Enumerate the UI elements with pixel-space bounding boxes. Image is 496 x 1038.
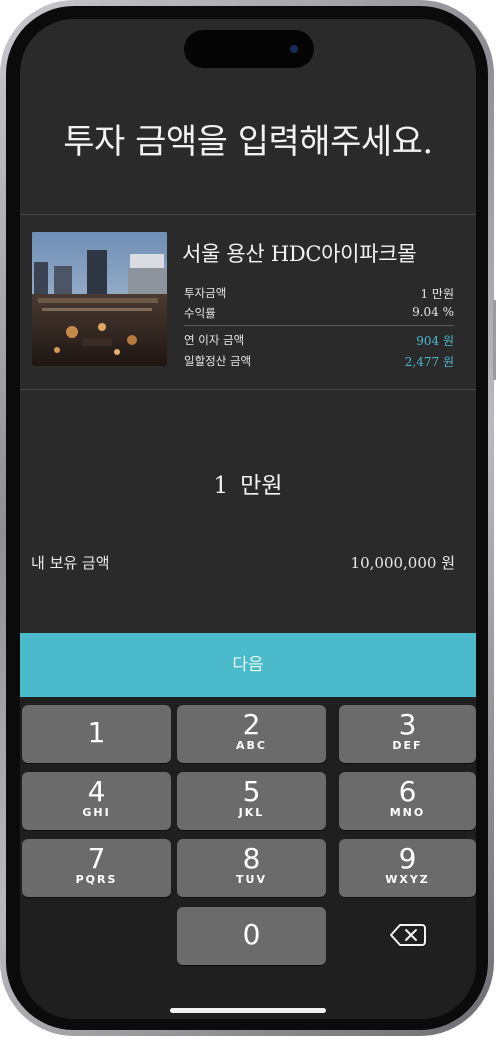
key-5[interactable]: 5 JKL xyxy=(177,772,326,830)
investment-amount-value: 1 만원 xyxy=(420,287,454,301)
top-divider xyxy=(20,214,476,215)
key-6[interactable]: 6 MNO xyxy=(339,772,476,830)
key-4-digit: 4 xyxy=(87,775,106,808)
camera-icon xyxy=(290,45,298,53)
key-4-letters: GHI xyxy=(82,806,111,819)
key-5-digit: 5 xyxy=(242,775,261,808)
key-3-digit: 3 xyxy=(398,708,417,741)
key-1[interactable]: 1 xyxy=(22,705,171,763)
key-9[interactable]: 9 WXYZ xyxy=(339,839,476,897)
key-8-letters: TUV xyxy=(236,873,267,886)
holding-value: 10,000,000 원 xyxy=(350,554,455,572)
key-9-letters: WXYZ xyxy=(385,873,430,886)
product-image xyxy=(32,232,167,366)
daily-settlement-label: 일할정산 금액 xyxy=(184,354,252,368)
daily-settlement-value: 2,477 원 xyxy=(404,355,454,369)
product-subdivider xyxy=(184,325,454,326)
key-9-digit: 9 xyxy=(398,842,417,875)
product-bottom-divider xyxy=(20,389,476,390)
key-5-letters: JKL xyxy=(238,806,265,819)
home-indicator[interactable] xyxy=(170,1008,326,1013)
holding-label: 내 보유 금액 xyxy=(31,554,110,572)
annual-interest-value: 904 원 xyxy=(416,334,454,348)
key-1-digit: 1 xyxy=(87,716,106,749)
yield-label: 수익률 xyxy=(184,306,216,320)
page-title: 투자 금액을 입력해주세요. xyxy=(63,122,433,162)
investment-amount-label: 투자금액 xyxy=(184,286,227,300)
key-6-letters: MNO xyxy=(389,806,426,819)
dynamic-island xyxy=(184,30,314,68)
next-button[interactable]: 다음 xyxy=(20,633,476,697)
key-0[interactable]: 0 xyxy=(177,907,326,965)
screen: 투자 금액을 입력해주세요. 서울 용산 HDC아이파크몰 투자금액 1 만원 … xyxy=(20,19,476,1019)
key-3[interactable]: 3 DEF xyxy=(339,705,476,763)
key-6-digit: 6 xyxy=(398,775,417,808)
backspace-icon xyxy=(390,924,426,946)
delete-key[interactable] xyxy=(388,922,428,948)
amount-value: 1 xyxy=(213,473,229,499)
key-7-digit: 7 xyxy=(87,842,106,875)
amount-unit: 만원 xyxy=(240,473,283,499)
annual-interest-label: 연 이자 금액 xyxy=(184,333,245,347)
amount-display[interactable]: 1 만원 xyxy=(20,466,476,500)
key-2-letters: ABC xyxy=(236,739,267,752)
product-name: 서울 용산 HDC아이파크몰 xyxy=(182,242,417,266)
key-8-digit: 8 xyxy=(242,842,261,875)
key-2[interactable]: 2 ABC xyxy=(177,705,326,763)
key-0-digit: 0 xyxy=(242,918,261,951)
key-3-letters: DEF xyxy=(392,739,423,752)
key-7[interactable]: 7 PQRS xyxy=(22,839,171,897)
key-4[interactable]: 4 GHI xyxy=(22,772,171,830)
key-2-digit: 2 xyxy=(242,708,261,741)
key-8[interactable]: 8 TUV xyxy=(177,839,326,897)
yield-value: 9.04 % xyxy=(412,305,454,319)
key-7-letters: PQRS xyxy=(75,873,118,886)
